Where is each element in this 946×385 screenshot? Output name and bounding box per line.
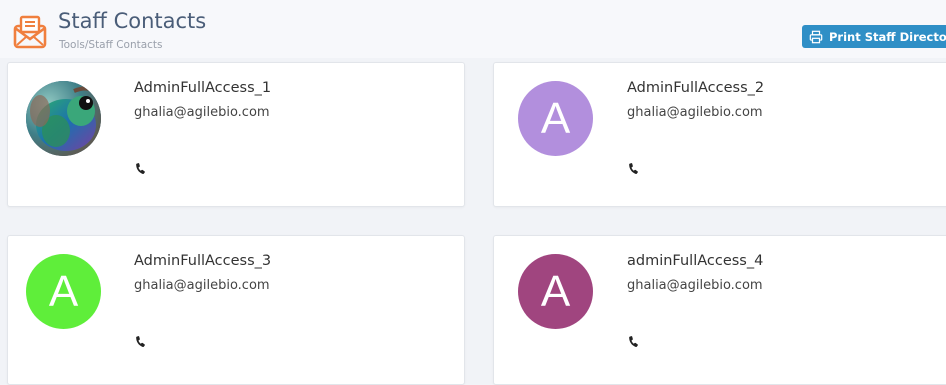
contact-name: AdminFullAccess_2: [627, 80, 765, 96]
print-button-label: Print Staff Directory: [829, 29, 946, 44]
contact-email[interactable]: ghalia@agilebio.com: [134, 278, 270, 293]
avatar-letter: A: [540, 266, 571, 316]
contact-card: A AdminFullAccess_3 ghalia@agilebio.com: [7, 235, 465, 385]
print-staff-directory-button[interactable]: Print Staff Directory: [802, 25, 946, 48]
avatar: A: [26, 254, 101, 329]
avatar-photo: [26, 81, 101, 156]
avatar-letter: A: [540, 93, 571, 143]
contact-email[interactable]: ghalia@agilebio.com: [627, 105, 763, 120]
contact-card: A adminFullAccess_4 ghalia@agilebio.com: [493, 235, 946, 385]
contact-card: AdminFullAccess_1 ghalia@agilebio.com: [7, 62, 465, 207]
avatar: [26, 81, 101, 156]
phone-icon[interactable]: [133, 334, 148, 349]
breadcrumb[interactable]: Tools/Staff Contacts: [59, 39, 163, 51]
contact-email[interactable]: ghalia@agilebio.com: [134, 105, 270, 120]
envelope-icon: [13, 15, 47, 49]
contact-card: A AdminFullAccess_2 ghalia@agilebio.com: [493, 62, 946, 207]
avatar: A: [518, 254, 593, 329]
page-title: Staff Contacts: [58, 9, 207, 33]
contact-name: AdminFullAccess_1: [134, 80, 272, 96]
page-header: Staff Contacts Tools/Staff Contacts Prin…: [0, 0, 946, 58]
contact-name: AdminFullAccess_3: [134, 253, 272, 269]
phone-icon[interactable]: [133, 161, 148, 176]
phone-icon[interactable]: [626, 334, 641, 349]
avatar: A: [518, 81, 593, 156]
avatar-letter: A: [48, 266, 79, 316]
printer-icon: [809, 30, 823, 43]
contact-name: adminFullAccess_4: [627, 253, 764, 269]
phone-icon[interactable]: [626, 161, 641, 176]
contact-email[interactable]: ghalia@agilebio.com: [627, 278, 763, 293]
